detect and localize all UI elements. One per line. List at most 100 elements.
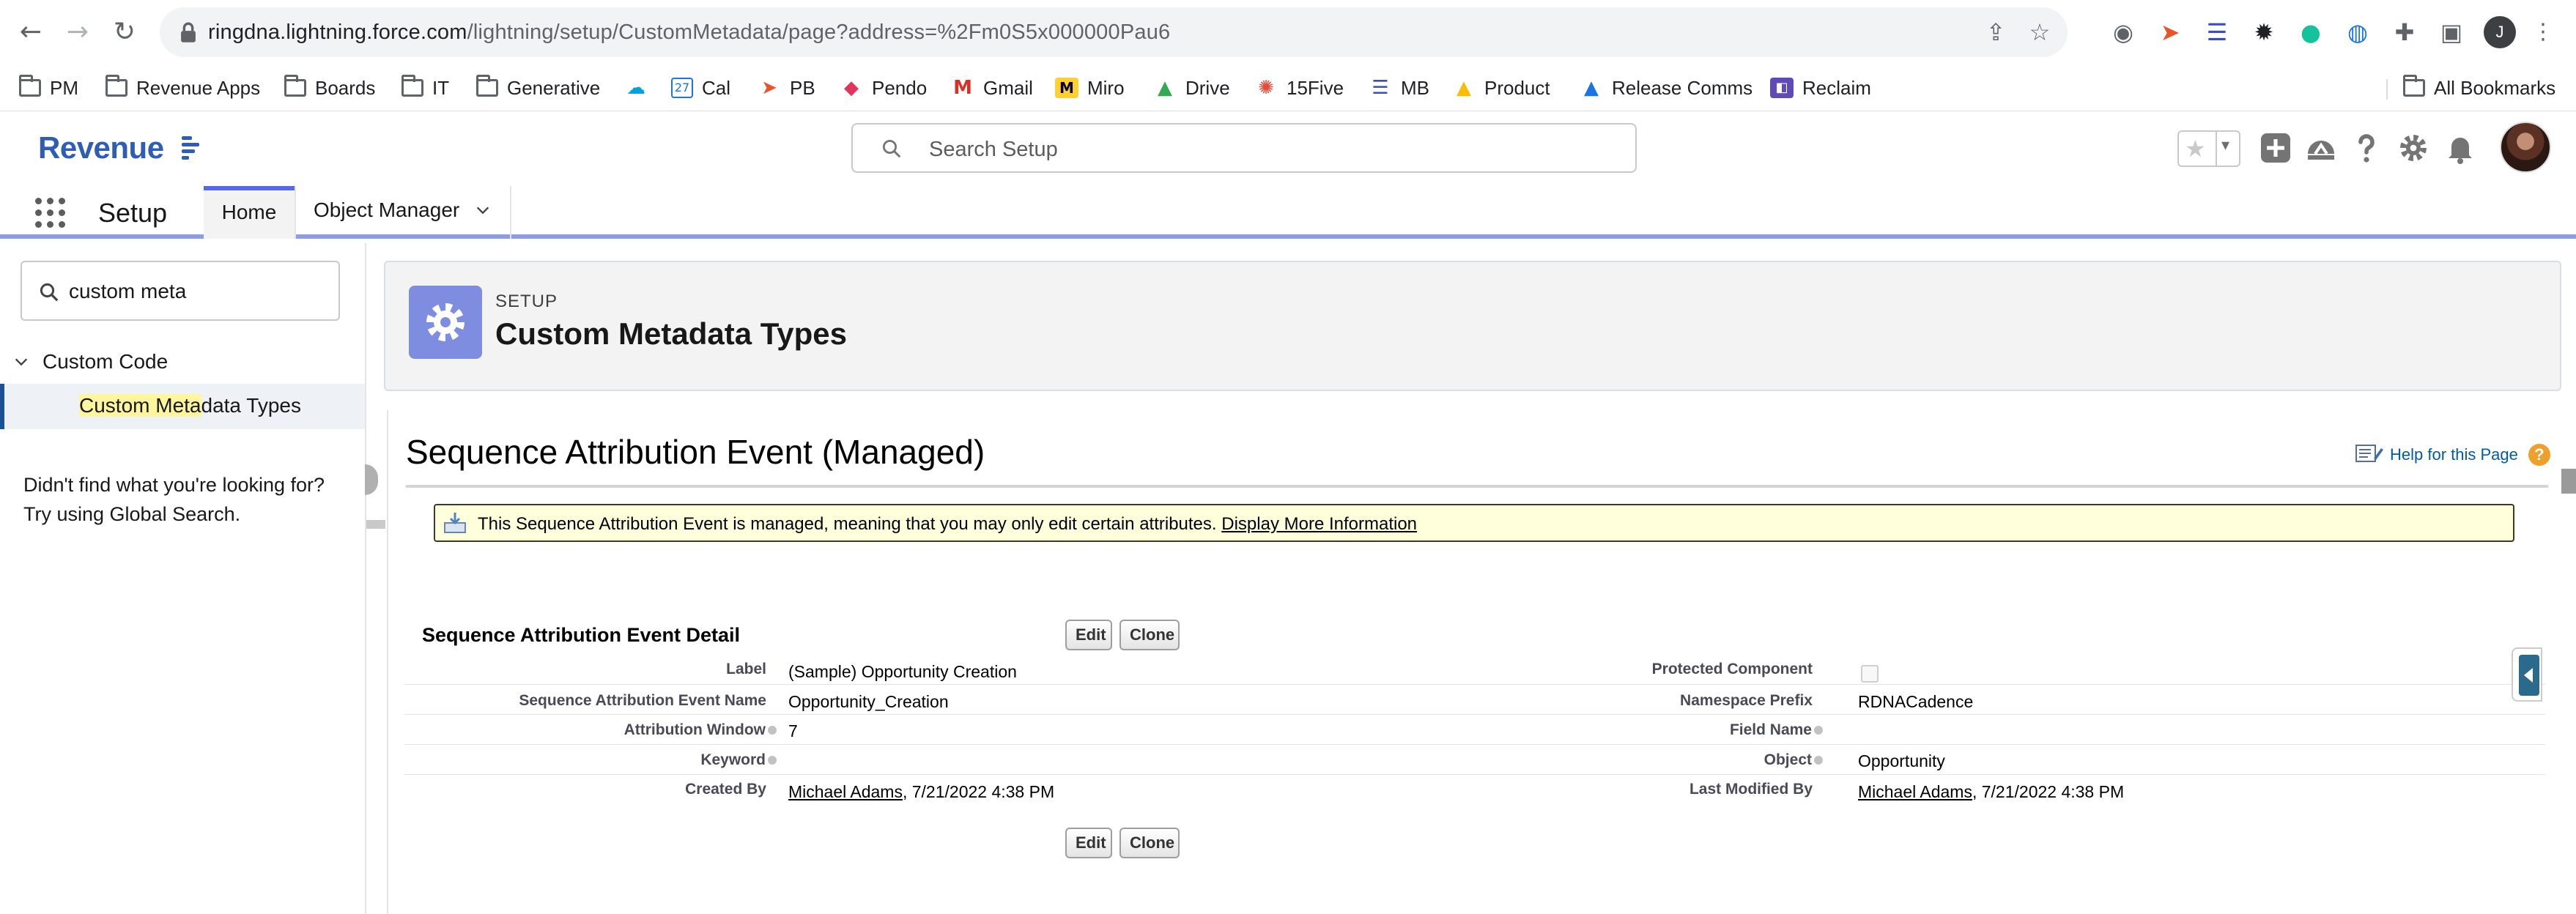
reclaim-icon: ◧ xyxy=(1770,78,1794,98)
gmail-icon: M xyxy=(953,77,972,99)
help-question-icon[interactable] xyxy=(2349,130,2384,166)
bookmark-pm[interactable]: PM xyxy=(19,73,78,103)
pb-extension-icon[interactable]: ➤ xyxy=(2154,16,2186,48)
screen: ← → ↻ ringdna.lightning.force.com/lightn… xyxy=(0,0,2576,914)
detail-row: Created By Michael Adams, 7/21/2022 4:38… xyxy=(404,775,2545,805)
edit-button-top[interactable]: Edit xyxy=(1065,620,1112,650)
bookmark-label: Pendo xyxy=(872,76,928,99)
field-label-keyword: Keyword xyxy=(700,751,777,769)
info-icon[interactable] xyxy=(768,726,777,735)
bookmark-cal[interactable]: 27 Cal xyxy=(671,73,730,103)
favorites-button[interactable]: ★ ▾ xyxy=(2177,130,2240,167)
browser-profile-avatar[interactable]: J xyxy=(2484,16,2516,48)
camera-extension-icon[interactable]: ◉ xyxy=(2107,16,2139,48)
bookmark-boards[interactable]: Boards xyxy=(284,73,375,103)
setup-tree-panel: custom meta Custom Code Custom Metadata … xyxy=(0,243,366,914)
search-match-highlight: Custom Meta xyxy=(79,394,201,417)
bookmark-15five[interactable]: ✺ 15Five xyxy=(1254,73,1344,103)
last-modified-by-user-link[interactable]: Michael Adams xyxy=(1858,782,1972,801)
field-label-text: Attribution Window xyxy=(623,721,766,738)
no-results-help-text: Didn't find what you're looking for? Try… xyxy=(23,474,325,525)
global-actions-plus-icon[interactable] xyxy=(2258,130,2293,166)
chevron-down-icon[interactable]: ▾ xyxy=(2221,136,2229,155)
bookmark-star-icon[interactable]: ☆ xyxy=(2025,18,2054,47)
panel-collapse-handle[interactable] xyxy=(365,464,378,495)
tab-label: Object Manager xyxy=(314,198,460,221)
share-icon[interactable]: ⇪ xyxy=(1981,18,2010,47)
bookmark-pendo[interactable]: ◆ Pendo xyxy=(840,73,927,103)
address-bar[interactable]: ringdna.lightning.force.com/lightning/se… xyxy=(160,7,2068,57)
bookmark-revenue-apps[interactable]: Revenue Apps xyxy=(106,73,260,103)
field-value-last-modified-by: Michael Adams, 7/21/2022 4:38 PM xyxy=(1858,782,2124,802)
info-icon[interactable] xyxy=(1814,756,1823,765)
back-icon[interactable]: ← xyxy=(13,15,48,50)
package-download-icon xyxy=(444,513,466,533)
extensions-puzzle-icon[interactable]: ✚ xyxy=(2388,16,2421,48)
trailhead-guidance-icon[interactable] xyxy=(2303,130,2339,166)
record-title: Sequence Attribution Event (Managed) xyxy=(406,433,985,471)
tab-home[interactable]: Home xyxy=(204,186,295,239)
bookmark-it[interactable]: IT xyxy=(401,73,449,103)
bookmark-reclaim[interactable]: ◧ Reclaim xyxy=(1770,73,1871,103)
edit-button-bottom[interactable]: Edit xyxy=(1065,828,1112,858)
bookmark-drive[interactable]: ▲ Drive xyxy=(1153,73,1230,103)
password-extension-icon[interactable]: ◍ xyxy=(2342,16,2374,48)
drive-icon: ▲ xyxy=(1584,77,1599,99)
global-search-input[interactable]: Search Setup xyxy=(851,123,1637,173)
tree-item-custom-metadata-types[interactable]: Custom Metadata Types xyxy=(0,384,365,429)
bookmark-label: Reclaim xyxy=(1802,76,1871,99)
help-for-this-page-link[interactable]: Help for this Page ? xyxy=(2355,442,2550,467)
utility-panel-toggle[interactable] xyxy=(2512,647,2542,702)
help-question-icon[interactable]: ? xyxy=(2528,444,2550,466)
bookmark-all-bookmarks[interactable]: All Bookmarks xyxy=(2403,73,2555,103)
bookmark-label: 15Five xyxy=(1287,76,1344,99)
info-icon[interactable] xyxy=(768,756,777,765)
bookmark-mb[interactable]: ☰ MB xyxy=(1369,73,1429,103)
panel-divider xyxy=(366,520,385,529)
app-launcher-icon[interactable] xyxy=(35,198,66,228)
bookmark-release-comms[interactable]: ▲ Release Comms xyxy=(1580,73,1753,103)
chevron-left-icon[interactable] xyxy=(2519,655,2539,696)
help-link-text[interactable]: Help for this Page xyxy=(2390,445,2518,464)
pb-icon: ➤ xyxy=(761,77,777,99)
chevron-down-icon[interactable] xyxy=(475,202,491,218)
bookmark-gmail[interactable]: M Gmail xyxy=(951,73,1033,103)
bookmark-pb[interactable]: ➤ PB xyxy=(758,73,815,103)
clone-button-top[interactable]: Clone xyxy=(1119,620,1180,650)
gear-extension-icon[interactable]: ✹ xyxy=(2248,16,2280,48)
logo-bars-icon xyxy=(182,136,202,160)
notifications-bell-icon[interactable] xyxy=(2443,130,2478,166)
revenue-logo[interactable]: Revenue xyxy=(38,130,164,166)
bookmark-miro[interactable]: M Miro xyxy=(1055,73,1125,103)
mb-extension-icon[interactable]: ☰ xyxy=(2201,16,2233,48)
display-more-information-link[interactable]: Display More Information xyxy=(1221,514,1417,534)
setup-gear-icon xyxy=(409,286,482,359)
calendar-icon: 27 xyxy=(671,78,693,98)
bookmark-product[interactable]: ▲ Product xyxy=(1452,73,1550,103)
browser-menu-icon[interactable]: ⋮ xyxy=(2532,16,2554,48)
drive-icon: ▲ xyxy=(1457,77,1471,99)
field-value-object: Opportunity xyxy=(1858,751,1945,770)
tab-object-manager[interactable]: Object Manager xyxy=(295,186,511,239)
grammarly-extension-icon[interactable]: ● xyxy=(2295,16,2327,48)
chevron-down-icon[interactable] xyxy=(13,354,29,370)
setup-eyebrow: SETUP xyxy=(495,291,558,311)
help-document-icon xyxy=(2355,445,2383,462)
created-by-user-link[interactable]: Michael Adams xyxy=(788,782,903,801)
info-icon[interactable] xyxy=(1814,726,1823,735)
bookmark-label: Revenue Apps xyxy=(136,76,261,99)
sidebar-icon[interactable]: ▣ xyxy=(2435,16,2468,48)
title-divider xyxy=(406,485,2548,488)
bookmark-generative[interactable]: Generative xyxy=(476,73,600,103)
forward-icon[interactable]: → xyxy=(60,15,95,50)
clone-button-bottom[interactable]: Clone xyxy=(1119,828,1180,858)
user-avatar[interactable] xyxy=(2500,122,2551,173)
folder-icon xyxy=(401,75,423,97)
setup-gear-icon[interactable] xyxy=(2396,130,2431,166)
quick-find-input[interactable]: custom meta xyxy=(21,261,340,321)
field-label-text: Field Name xyxy=(1729,721,1812,738)
bookmark-salesforce[interactable]: ☁ xyxy=(624,73,656,103)
tree-category-custom-code[interactable]: Custom Code xyxy=(13,350,168,374)
bookmark-label: Cal xyxy=(702,76,731,99)
reload-icon[interactable]: ↻ xyxy=(107,15,142,50)
